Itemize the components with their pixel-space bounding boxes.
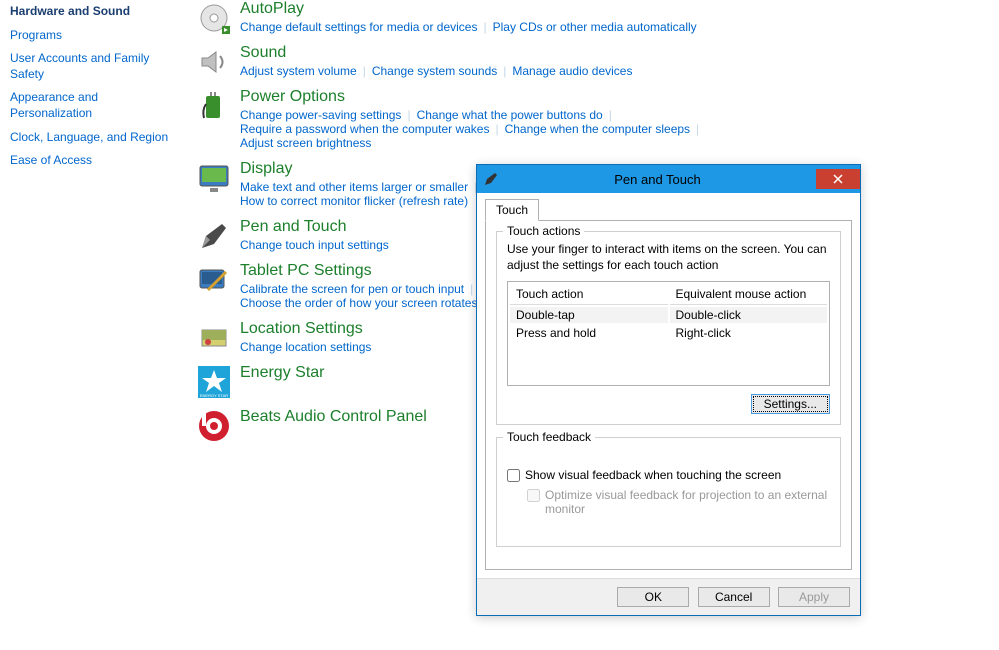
link-touch-settings[interactable]: Change touch input settings (240, 238, 389, 252)
dialog-titlebar[interactable]: Pen and Touch (477, 165, 860, 193)
show-visual-feedback-label: Show visual feedback when touching the s… (525, 468, 781, 482)
pen-icon (198, 220, 230, 252)
optimize-projection-row: Optimize visual feedback for projection … (527, 488, 830, 516)
category-title-sound[interactable]: Sound (240, 44, 286, 62)
category-title-pen-touch[interactable]: Pen and Touch (240, 218, 346, 236)
category-title-power[interactable]: Power Options (240, 88, 345, 106)
category-title-tablet-pc[interactable]: Tablet PC Settings (240, 262, 372, 280)
sidebar-item-clock-language[interactable]: Clock, Language, and Region (10, 126, 180, 150)
link-text-size[interactable]: Make text and other items larger or smal… (240, 180, 468, 194)
energy-star-icon: ENERGY STAR (198, 366, 230, 398)
link-screen-rotate-order[interactable]: Choose the order of how your screen rota… (240, 296, 477, 310)
control-panel-sidebar: Hardware and Sound Programs User Account… (10, 0, 180, 173)
apply-button[interactable]: Apply (778, 587, 850, 607)
category-title-beats[interactable]: Beats Audio Control Panel (240, 408, 427, 426)
touch-actions-group: Touch actions Use your finger to interac… (496, 231, 841, 425)
link-computer-sleeps[interactable]: Change when the computer sleeps (505, 122, 690, 136)
tablet-icon (198, 264, 230, 296)
touch-feedback-group: Touch feedback Show visual feedback when… (496, 437, 841, 547)
link-power-buttons[interactable]: Change what the power buttons do (417, 108, 603, 122)
category-title-location[interactable]: Location Settings (240, 320, 363, 338)
link-monitor-flicker[interactable]: How to correct monitor flicker (refresh … (240, 194, 468, 208)
tab-touch[interactable]: Touch (485, 199, 539, 221)
location-icon (198, 322, 230, 354)
link-require-password[interactable]: Require a password when the computer wak… (240, 122, 489, 136)
link-system-sounds[interactable]: Change system sounds (372, 64, 497, 78)
sidebar-item-hardware-sound[interactable]: Hardware and Sound (10, 0, 180, 24)
category-title-autoplay[interactable]: AutoPlay (240, 0, 304, 18)
category-title-energy-star[interactable]: Energy Star (240, 364, 324, 382)
dialog-title: Pen and Touch (499, 172, 816, 187)
sidebar-item-ease-of-access[interactable]: Ease of Access (10, 149, 180, 173)
autoplay-icon (198, 2, 230, 34)
link-audio-devices[interactable]: Manage audio devices (512, 64, 632, 78)
table-row[interactable]: Press and hold Right-click (510, 325, 827, 341)
ok-button[interactable]: OK (617, 587, 689, 607)
category-power: Power Options Change power-saving settin… (198, 88, 968, 150)
link-play-cds[interactable]: Play CDs or other media automatically (493, 20, 697, 34)
pen-and-touch-dialog: Pen and Touch Touch Touch actions Use yo… (476, 164, 861, 616)
sound-icon (198, 46, 230, 78)
settings-button[interactable]: Settings... (751, 394, 830, 414)
dialog-pen-icon (483, 171, 499, 187)
link-autoplay-settings[interactable]: Change default settings for media or dev… (240, 20, 477, 34)
link-location-settings[interactable]: Change location settings (240, 340, 371, 354)
col-touch-action: Touch action (510, 284, 668, 305)
tab-panel: Touch actions Use your finger to interac… (485, 220, 852, 570)
optimize-projection-checkbox (527, 489, 540, 502)
table-row[interactable]: Double-tap Double-click (510, 307, 827, 323)
touch-actions-table[interactable]: Touch action Equivalent mouse action Dou… (507, 281, 830, 386)
close-button[interactable] (816, 169, 860, 189)
beats-icon (198, 410, 230, 442)
touch-feedback-legend: Touch feedback (503, 430, 595, 444)
sidebar-item-user-accounts[interactable]: User Accounts and Family Safety (10, 47, 180, 86)
sidebar-item-appearance[interactable]: Appearance and Personalization (10, 86, 180, 125)
sidebar-item-programs[interactable]: Programs (10, 24, 180, 48)
category-title-display[interactable]: Display (240, 160, 292, 178)
show-visual-feedback-row[interactable]: Show visual feedback when touching the s… (507, 468, 830, 482)
category-sound: Sound Adjust system volume|Change system… (198, 44, 968, 78)
power-icon (198, 90, 230, 122)
touch-actions-desc: Use your finger to interact with items o… (507, 242, 830, 273)
svg-text:ENERGY STAR: ENERGY STAR (200, 393, 228, 398)
optimize-projection-label: Optimize visual feedback for projection … (545, 488, 830, 516)
cancel-button[interactable]: Cancel (698, 587, 770, 607)
display-icon (198, 162, 230, 194)
col-mouse-action: Equivalent mouse action (670, 284, 828, 305)
close-icon (833, 174, 843, 184)
touch-actions-legend: Touch actions (503, 224, 584, 238)
link-screen-brightness[interactable]: Adjust screen brightness (240, 136, 371, 150)
link-adjust-volume[interactable]: Adjust system volume (240, 64, 357, 78)
link-power-saving[interactable]: Change power-saving settings (240, 108, 401, 122)
show-visual-feedback-checkbox[interactable] (507, 469, 520, 482)
category-autoplay: AutoPlay Change default settings for med… (198, 0, 968, 34)
link-calibrate-screen[interactable]: Calibrate the screen for pen or touch in… (240, 282, 464, 296)
dialog-button-row: OK Cancel Apply (477, 578, 860, 615)
